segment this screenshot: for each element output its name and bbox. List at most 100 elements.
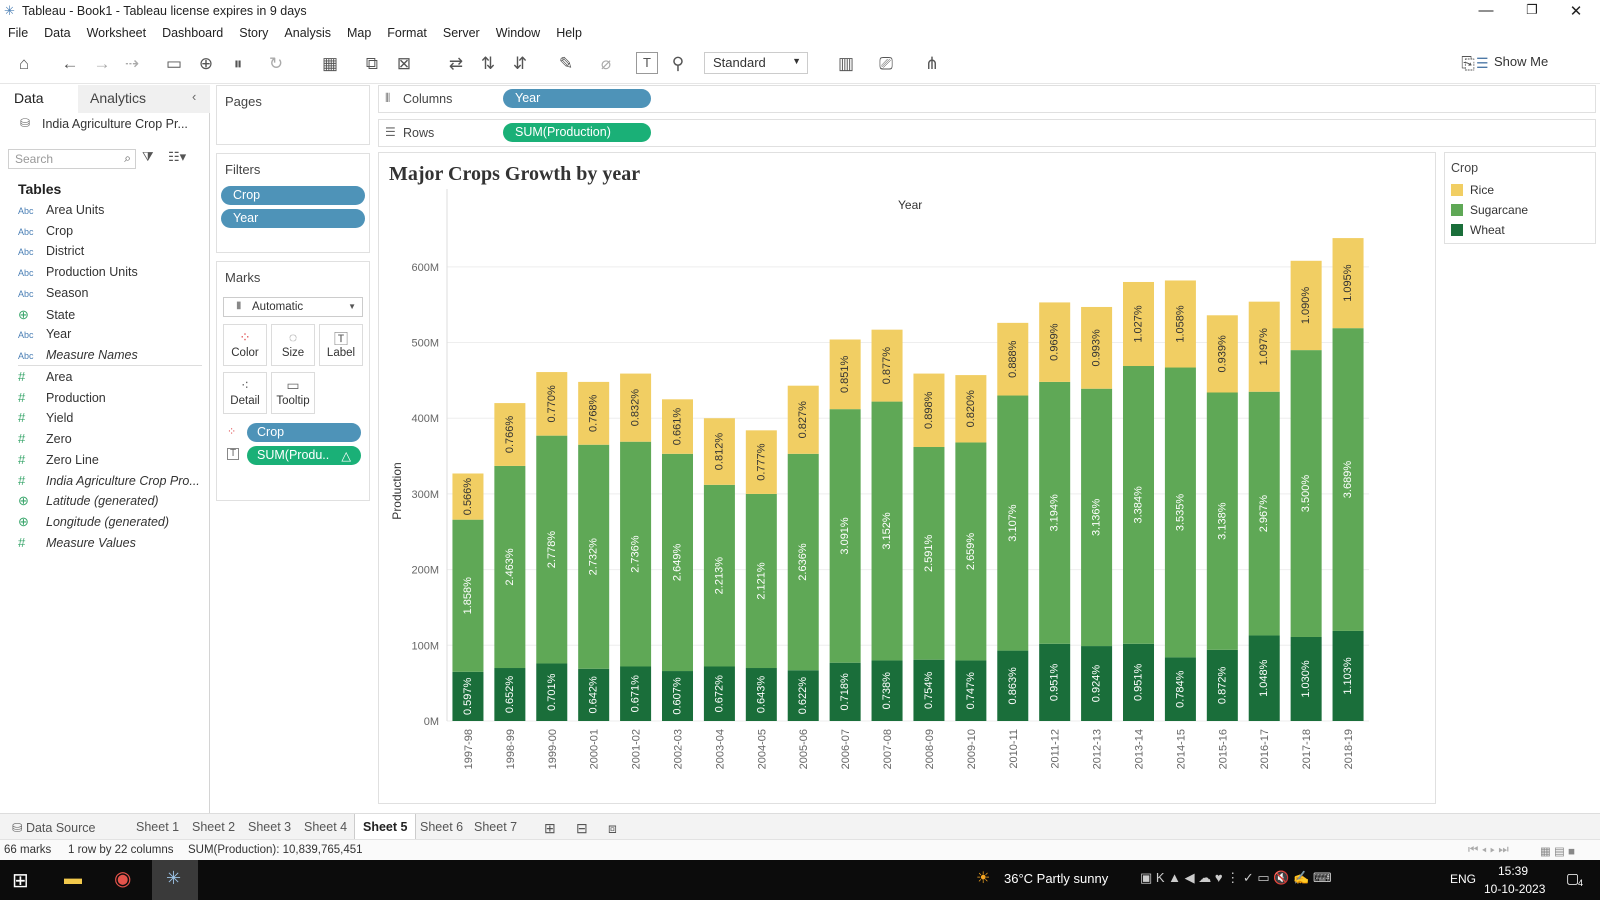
new-dashboard-tab-icon[interactable]: ⊟ — [568, 814, 596, 840]
sheet-tab-6[interactable]: Sheet 6 — [412, 814, 471, 840]
filter-icon[interactable]: ⧩ — [142, 149, 154, 165]
field-area-units[interactable]: Abc Area Units — [18, 203, 104, 223]
fix-axes-icon[interactable]: ⚲ — [666, 52, 690, 76]
detail-button[interactable]: ⁖ Detail — [223, 372, 267, 414]
menu-analysis[interactable]: Analysis — [276, 24, 339, 40]
datasource-name[interactable]: India Agriculture Crop Pr... — [42, 117, 188, 131]
replay-icon[interactable]: ⇢ — [120, 52, 144, 76]
menu-worksheet[interactable]: Worksheet — [79, 24, 155, 40]
show-mark-labels-icon[interactable]: T — [636, 52, 658, 74]
duplicate-sheet-icon[interactable]: ⧉ — [360, 52, 384, 76]
sheet-navigation-icon[interactable]: ⏮ ◂ ▸ ⏭ — [1468, 844, 1509, 857]
field-zero[interactable]: # Zero — [18, 431, 72, 451]
refresh-icon[interactable]: ↻ — [264, 52, 288, 76]
menu-dashboard[interactable]: Dashboard — [154, 24, 231, 40]
columns-pill-year[interactable]: Year — [503, 89, 651, 108]
filter-pill-year[interactable]: Year — [221, 209, 365, 228]
sort-descending-icon[interactable]: ⇵ — [508, 52, 532, 76]
rows-pill-sum-production[interactable]: SUM(Production) — [503, 123, 651, 142]
mark-type-select[interactable]: ▮ Automatic ▼ — [223, 297, 363, 317]
fit-select[interactable]: Standard ▼ — [704, 52, 808, 74]
menu-help[interactable]: Help — [548, 24, 590, 40]
field-state[interactable]: ⊕ State — [18, 307, 75, 327]
tooltip-button[interactable]: ▭ Tooltip — [271, 372, 315, 414]
sheet-tab-1[interactable]: Sheet 1 — [128, 814, 187, 840]
file-explorer-icon[interactable]: ▬ — [64, 868, 82, 889]
marks-pill-sum-production[interactable]: SUM(Produ.. △ — [247, 446, 361, 465]
pages-shelf[interactable]: Pages — [216, 85, 370, 145]
windows-start-icon[interactable]: ⊞ — [12, 868, 29, 893]
menu-file[interactable]: File — [0, 24, 36, 40]
weather-text[interactable]: 36°C Partly sunny — [1004, 871, 1108, 886]
tab-data-source[interactable]: ⛁ Data Source — [4, 814, 103, 840]
marks-pill-crop[interactable]: Crop — [247, 423, 361, 442]
color-button[interactable]: ⁘ Color — [223, 324, 267, 366]
collapse-pane-icon[interactable]: ‹ — [192, 89, 196, 104]
group-members-icon[interactable]: ⌀ — [594, 52, 618, 76]
chrome-icon[interactable]: ◉ — [114, 866, 131, 891]
home-icon[interactable]: ⌂ — [12, 52, 36, 76]
menu-format[interactable]: Format — [379, 24, 435, 40]
sheet-tab-2[interactable]: Sheet 2 — [184, 814, 243, 840]
pause-updates-icon[interactable]: ⏸ — [226, 52, 250, 76]
tableau-taskbar-button[interactable]: ✳ — [152, 860, 198, 900]
close-icon[interactable]: ✕ — [1566, 2, 1586, 20]
stacked-bar-chart[interactable]: Year Production 0M 100M 200M 300M 400M 500M 600M… — [379, 153, 1437, 805]
field-production[interactable]: # Production — [18, 390, 106, 410]
filters-shelf[interactable]: Filters Crop Year — [216, 153, 370, 253]
menu-data[interactable]: Data — [36, 24, 78, 40]
sheet-tab-3[interactable]: Sheet 3 — [240, 814, 299, 840]
undo-icon[interactable]: ← — [58, 52, 82, 76]
legend-item-rice[interactable]: Rice — [1451, 183, 1494, 197]
field-district[interactable]: Abc District — [18, 244, 84, 264]
sheet-tab-7[interactable]: Sheet 7 — [466, 814, 525, 840]
new-worksheet-icon[interactable]: ▦ — [318, 52, 342, 76]
presentation-mode-icon[interactable]: ⎚ — [874, 52, 898, 76]
field-year[interactable]: Abc Year — [18, 327, 71, 347]
field-measure-values[interactable]: # Measure Values — [18, 535, 136, 555]
chart-view[interactable]: Major Crops Growth by year Year Productio… — [378, 152, 1436, 804]
minimize-icon[interactable]: — — [1476, 2, 1496, 19]
rows-shelf[interactable]: ☰ Rows SUM(Production) — [378, 119, 1596, 147]
tab-data[interactable]: Data — [0, 85, 78, 113]
view-options-icon[interactable]: ☷▾ — [168, 149, 186, 165]
restore-icon[interactable]: ❐ — [1522, 2, 1542, 18]
redo-icon[interactable]: → — [90, 52, 114, 76]
share-icon[interactable]: ⋔ — [920, 52, 944, 76]
field-production-units[interactable]: Abc Production Units — [18, 265, 138, 285]
language-indicator[interactable]: ENG — [1450, 872, 1476, 886]
menu-map[interactable]: Map — [339, 24, 379, 40]
new-story-tab-icon[interactable]: ⧈ — [600, 814, 625, 840]
sort-ascending-icon[interactable]: ⇅ — [476, 52, 500, 76]
field-zero-line[interactable]: # Zero Line — [18, 452, 99, 472]
field-latitude-generated[interactable]: ⊕ Latitude (generated) — [18, 493, 159, 513]
field-season[interactable]: Abc Season — [18, 286, 88, 306]
legend-item-wheat[interactable]: Wheat — [1451, 223, 1505, 237]
menu-window[interactable]: Window — [488, 24, 548, 40]
field-area[interactable]: # Area — [18, 369, 72, 389]
sheet-tab-4[interactable]: Sheet 4 — [296, 814, 355, 840]
field-longitude-generated[interactable]: ⊕ Longitude (generated) — [18, 514, 169, 534]
highlight-icon[interactable]: ✎ — [554, 52, 578, 76]
new-worksheet-tab-icon[interactable]: ⊞ — [536, 814, 564, 840]
clock-time[interactable]: 15:39 — [1498, 864, 1528, 878]
field-yield[interactable]: # Yield — [18, 410, 73, 430]
field-india-agriculture-crop-pro[interactable]: # India Agriculture Crop Pro... — [18, 473, 200, 493]
clear-sheet-icon[interactable]: ⊠ — [392, 52, 416, 76]
field-crop[interactable]: Abc Crop — [18, 224, 73, 244]
clock-date[interactable]: 10-10-2023 — [1484, 882, 1545, 896]
filter-pill-crop[interactable]: Crop — [221, 186, 365, 205]
show-cards-icon[interactable]: ▥ — [834, 52, 858, 76]
swap-rows-columns-icon[interactable]: ⇄ — [444, 52, 468, 76]
label-button[interactable]: 🅃 Label — [319, 324, 363, 366]
sheet-tab-5[interactable]: Sheet 5 — [354, 814, 417, 840]
size-button[interactable]: ◌ Size — [271, 324, 315, 366]
menu-server[interactable]: Server — [435, 24, 488, 40]
tab-analytics[interactable]: Analytics — [78, 85, 210, 113]
tray-icons[interactable]: ▣ K ▲ ◀ ☁ ♥ ⋮ ✓ ▭ 🔇 ✍ ⌨ — [1140, 870, 1332, 886]
save-icon[interactable]: ▭ — [162, 52, 186, 76]
view-mode-icon[interactable]: ▦ ▤ ■ — [1540, 844, 1575, 858]
columns-shelf[interactable]: ⦀ Columns Year — [378, 85, 1596, 113]
legend-item-sugarcane[interactable]: Sugarcane — [1451, 203, 1528, 217]
new-datasource-icon[interactable]: ⊕ — [194, 52, 218, 76]
